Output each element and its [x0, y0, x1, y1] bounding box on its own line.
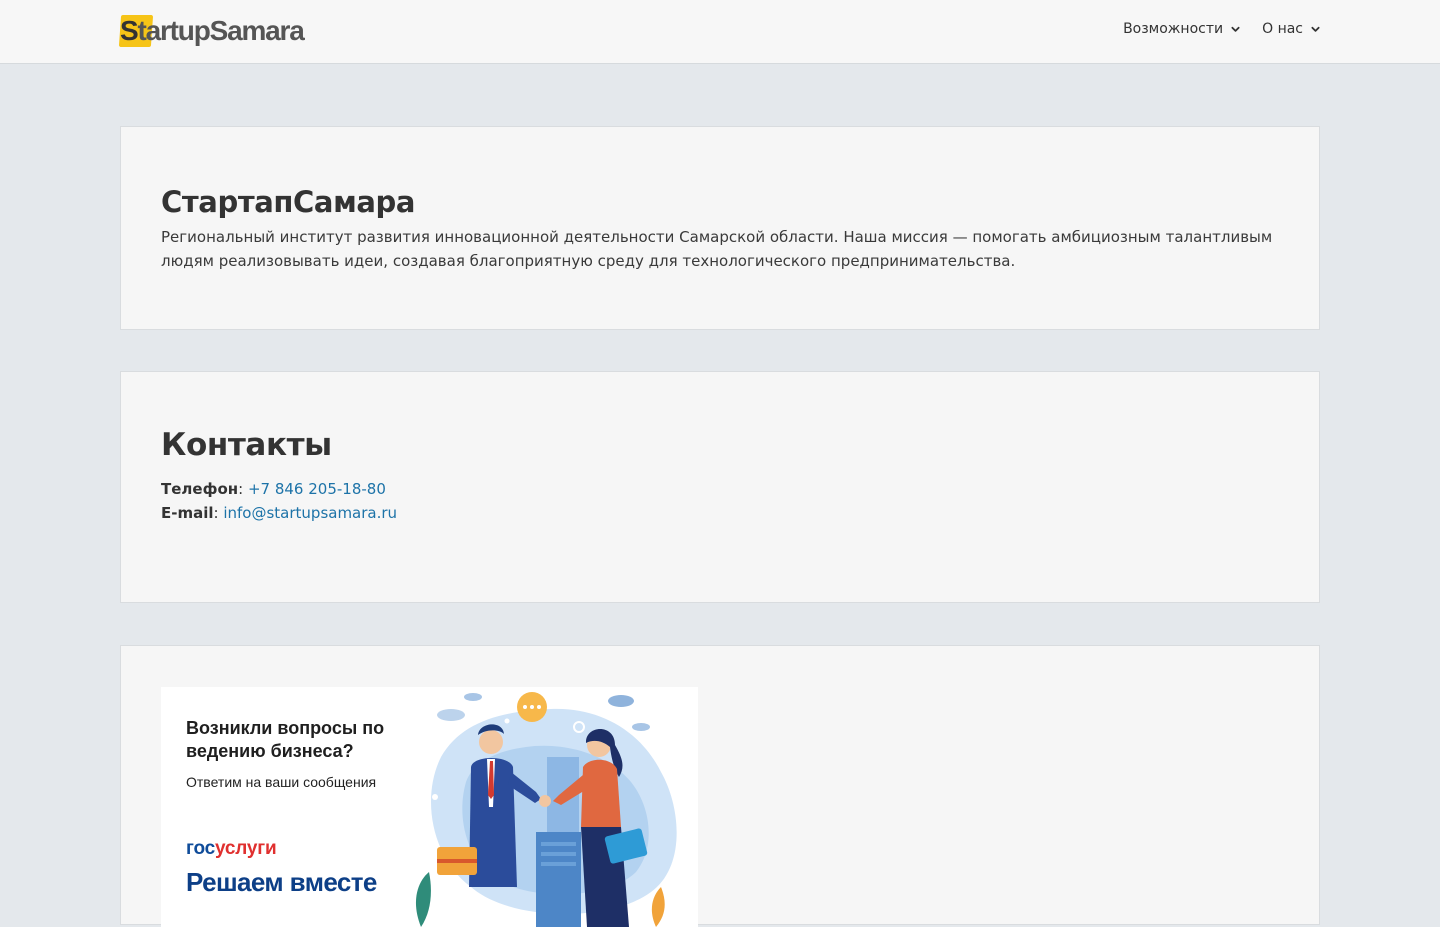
about-description: Региональный институт развития инновацио…	[161, 228, 1273, 270]
nav-item-about[interactable]: О нас	[1262, 21, 1320, 37]
banner-slogan: Решаем вместе	[186, 867, 377, 897]
gosuslugi-banner[interactable]: Возникли вопросы по ведению бизнеса? Отв…	[161, 687, 698, 927]
about-card: СтартапСамара Региональный институт разв…	[120, 126, 1320, 330]
nav-item-features[interactable]: Возможности	[1123, 21, 1240, 37]
logo-text: StartupSamara	[120, 15, 305, 47]
site-header: StartupSamara Возможности О нас	[0, 0, 1440, 64]
banner-question: Возникли вопросы по ведению бизнеса?	[186, 718, 385, 761]
email-link[interactable]: info@startupsamara.ru	[223, 504, 397, 522]
chevron-down-icon	[1311, 26, 1320, 32]
banner-card: Возникли вопросы по ведению бизнеса? Отв…	[120, 645, 1320, 927]
phone-link[interactable]: +7 846 205-18-80	[248, 480, 386, 498]
phone-label: Телефон	[161, 480, 239, 498]
logo[interactable]: StartupSamara	[118, 14, 330, 48]
main-nav: Возможности О нас	[1123, 0, 1320, 58]
about-title: СтартапСамара	[161, 185, 416, 219]
contacts-card: Контакты Телефон: +7 846 205-18-80 E-mai…	[120, 371, 1320, 603]
logo-text-first: S	[120, 15, 139, 46]
banner-subtitle: Ответим на ваши сообщения	[186, 774, 377, 790]
chevron-down-icon	[1231, 26, 1240, 32]
contacts-title: Контакты	[161, 427, 332, 463]
logo-text-rest: tartupSamara	[137, 15, 304, 46]
nav-item-label: О нас	[1262, 21, 1303, 37]
gosuslugi-logo-part2: услуги	[215, 838, 277, 859]
gosuslugi-logo-part1: гос	[186, 838, 215, 859]
email-label: E-mail	[161, 504, 214, 522]
gosuslugi-logo: госуслуги	[186, 838, 277, 860]
nav-item-label: Возможности	[1123, 21, 1224, 37]
email-line: E-mail: info@startupsamara.ru	[161, 504, 398, 522]
phone-line: Телефон: +7 846 205-18-80	[161, 480, 386, 498]
handshake-illustration	[415, 692, 677, 927]
